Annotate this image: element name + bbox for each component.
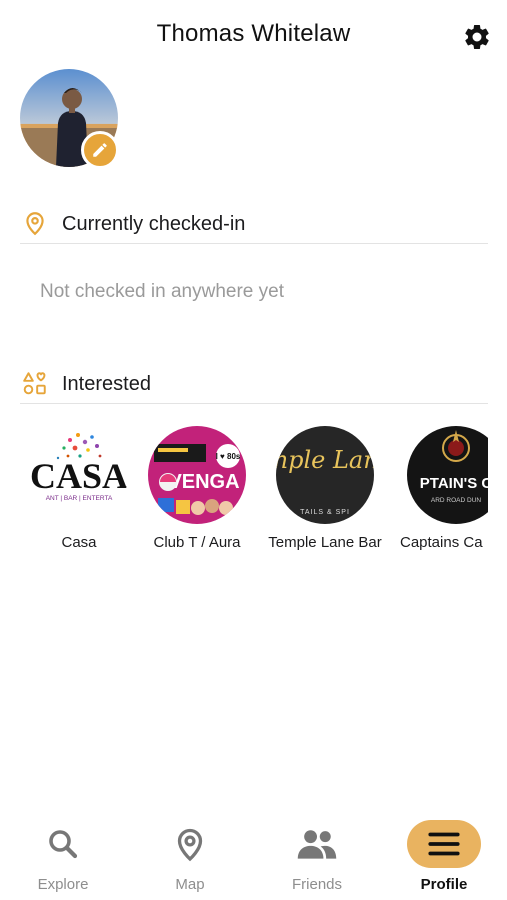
friends-icon: [292, 824, 342, 864]
venue-logo-subtext: ARD ROAD DUN: [431, 497, 482, 504]
venue-name: Captains Ca: [400, 534, 483, 551]
location-pin-icon: [22, 210, 48, 236]
venue-logo-text: VENGA: [168, 471, 239, 493]
tab-friends[interactable]: Friends: [267, 808, 367, 900]
venue-logo-text: PTAIN'S C: [420, 475, 488, 492]
tab-profile[interactable]: Profile: [400, 808, 500, 900]
gear-icon[interactable]: [462, 22, 492, 52]
venue-card-temple-lane-bar[interactable]: emple Lane TAILS & SPI Temple Lane Bar: [265, 426, 385, 551]
venue-logo: emple Lane TAILS & SPI: [276, 426, 374, 524]
interested-venues-list[interactable]: CASA ANT | BAR | ENTERTA Casa I ♥ 80s VE…: [20, 426, 488, 561]
tab-label: Explore: [37, 876, 89, 893]
venue-logo: PTAIN'S C ARD ROAD DUN: [407, 426, 488, 524]
profile-avatar[interactable]: [20, 69, 120, 169]
venue-logo-text: emple Lane: [276, 446, 374, 474]
venue-card-casa[interactable]: CASA ANT | BAR | ENTERTA Casa: [20, 426, 139, 551]
bottom-tab-bar: Explore Map Friends Profile: [0, 808, 507, 900]
empty-state-message: Not checked in anywhere yet: [40, 281, 284, 302]
menu-icon: [407, 820, 481, 868]
map-pin-icon: [165, 824, 215, 864]
edit-avatar-button[interactable]: [81, 131, 119, 169]
venue-card-captains-cabin[interactable]: PTAIN'S C ARD ROAD DUN Captains Ca: [396, 426, 488, 551]
page-title: Thomas Whitelaw: [156, 20, 351, 47]
tab-label: Map: [175, 876, 205, 893]
interested-header: Interested: [20, 364, 488, 404]
venue-logo-subtext: TAILS & SPI: [300, 509, 350, 516]
venue-name: Club T / Aura: [153, 534, 241, 551]
venue-name: Casa: [61, 534, 97, 551]
search-icon: [38, 824, 88, 864]
venue-card-club-t-aura[interactable]: I ♥ 80s VENGA Club T / Aura: [137, 426, 257, 551]
venue-logo-subtext: ANT | BAR | ENTERTA: [46, 495, 113, 502]
venue-logo-text: CASA: [30, 456, 128, 496]
section-title: Currently checked-in: [62, 213, 246, 235]
shapes-icon: [22, 370, 48, 396]
tab-label: Friends: [291, 876, 343, 893]
tab-label: Profile: [420, 876, 468, 893]
top-header: Thomas Whitelaw: [0, 0, 507, 70]
tab-explore[interactable]: Explore: [13, 808, 113, 900]
venue-name: Temple Lane Bar: [268, 534, 382, 551]
venue-logo: CASA ANT | BAR | ENTERTA: [30, 426, 128, 524]
venue-logo: I ♥ 80s VENGA: [148, 426, 246, 524]
checked-in-header: Currently checked-in: [20, 204, 488, 244]
section-title: Interested: [62, 373, 151, 395]
venue-logo-badge: I ♥ 80s: [216, 452, 241, 461]
tab-map[interactable]: Map: [140, 808, 240, 900]
pencil-icon: [93, 143, 107, 157]
